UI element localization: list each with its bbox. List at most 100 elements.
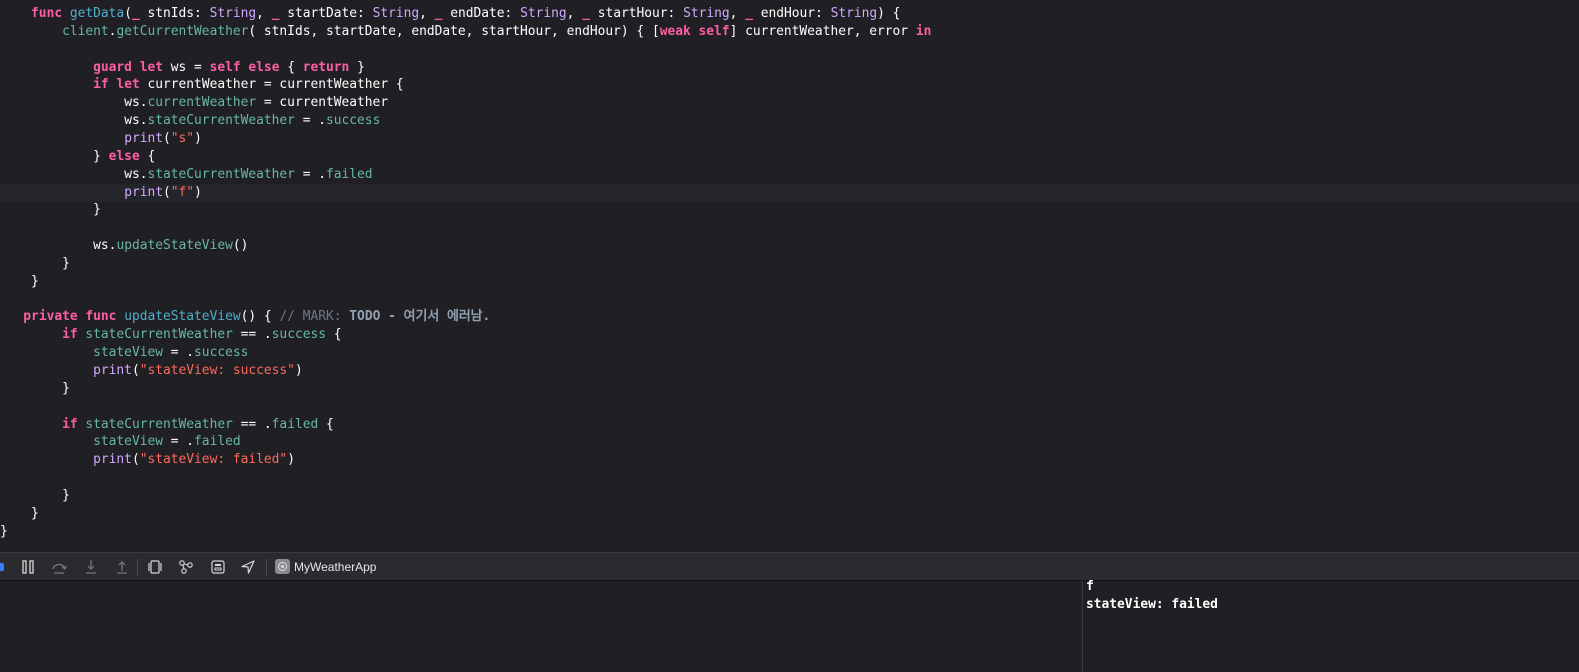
code-token: // MARK:: [279, 309, 350, 325]
step-over-icon[interactable]: [51, 559, 67, 575]
code-line[interactable]: func getData(_ stnIds: String, _ startDa…: [0, 5, 1579, 23]
code-line[interactable]: if stateCurrentWeather == .failed {: [0, 416, 1579, 434]
code-line[interactable]: ws.updateStateView(): [0, 237, 1579, 255]
code-token: client: [62, 23, 109, 39]
code-line[interactable]: ws.currentWeather = currentWeather: [0, 94, 1579, 112]
code-line[interactable]: [0, 219, 1579, 237]
variables-pane[interactable]: [0, 581, 1082, 672]
code-line[interactable]: print("s"): [0, 130, 1579, 148]
code-line[interactable]: guard let ws = self else { return }: [0, 59, 1579, 77]
code-line[interactable]: }: [0, 523, 1579, 541]
code-line[interactable]: [0, 398, 1579, 416]
code-line[interactable]: client.getCurrentWeather( stnIds, startD…: [0, 23, 1579, 41]
console-pane[interactable]: f stateView: failed: [1083, 579, 1579, 672]
code-line[interactable]: [0, 41, 1579, 59]
code-token: (): [232, 238, 249, 254]
code-token: else: [248, 59, 280, 75]
code-token: }: [0, 523, 8, 539]
code-line[interactable]: } else {: [0, 148, 1579, 166]
code-line[interactable]: }: [0, 487, 1579, 505]
code-token: String: [683, 6, 730, 21]
code-token: ws.: [124, 113, 148, 129]
memory-graph-icon[interactable]: [178, 559, 194, 575]
code-line[interactable]: }: [0, 201, 1579, 219]
breakpoints-toggle-indicator[interactable]: [0, 563, 4, 571]
code-line[interactable]: print("f"): [0, 183, 1579, 202]
console-line: f: [1086, 579, 1094, 594]
code-token: failed: [326, 166, 373, 182]
code-token: _: [582, 6, 590, 21]
code-token: == .: [232, 327, 272, 343]
code-token: if: [62, 416, 78, 432]
app-target-label[interactable]: MyWeatherApp: [294, 559, 376, 576]
code-token: func: [85, 309, 117, 325]
step-out-icon[interactable]: [114, 559, 130, 575]
code-line[interactable]: [0, 291, 1579, 309]
code-line[interactable]: [0, 469, 1579, 487]
code-token: success: [326, 113, 381, 129]
code-token: {: [139, 148, 156, 164]
code-token: (: [131, 452, 140, 468]
code-token: stateView: [93, 434, 163, 450]
code-token: currentWeather: [147, 95, 257, 111]
code-token: ws.: [93, 238, 117, 254]
code-token: }: [349, 59, 365, 75]
app-icon: [275, 559, 290, 574]
code-token: currentWeather = currentWeather {: [139, 77, 404, 93]
code-token: print: [124, 130, 163, 146]
code-token: = .: [163, 345, 195, 361]
code-token: ): [287, 452, 295, 468]
code-token: }: [0, 255, 70, 271]
code-line[interactable]: }: [0, 380, 1579, 398]
step-into-icon[interactable]: [83, 559, 99, 575]
code-token: guard: [93, 59, 132, 75]
pause-icon[interactable]: [20, 559, 36, 575]
environment-overrides-icon[interactable]: [210, 559, 226, 575]
code-line[interactable]: }: [0, 255, 1579, 273]
code-line[interactable]: }: [0, 273, 1579, 291]
debug-view-hierarchy-icon[interactable]: [147, 559, 163, 575]
code-line[interactable]: private func updateStateView() { // MARK…: [0, 308, 1579, 326]
code-token: func: [31, 6, 63, 21]
code-line[interactable]: stateView = .failed: [0, 433, 1579, 451]
code-line[interactable]: ws.stateCurrentWeather = .failed: [0, 166, 1579, 184]
code-token: self: [209, 59, 241, 75]
code-token: endDate:: [442, 6, 521, 21]
code-line[interactable]: stateView = .success: [0, 344, 1579, 362]
simulate-location-icon[interactable]: [240, 559, 256, 575]
code-editor[interactable]: func getData(_ stnIds: String, _ startDa…: [0, 0, 1579, 552]
code-token: return: [302, 59, 350, 75]
code-token: }: [0, 273, 39, 289]
code-token: }: [0, 505, 39, 521]
code-token: _: [131, 6, 140, 21]
code-line[interactable]: ws.stateCurrentWeather = .success: [0, 112, 1579, 130]
code-token: ( stnIds, startDate, endDate, startHour,…: [248, 23, 660, 39]
code-token: in: [915, 23, 932, 39]
code-token: _: [745, 6, 753, 21]
code-token: {: [326, 327, 342, 343]
code-token: weak: [659, 23, 691, 39]
code-token: ): [194, 184, 202, 200]
code-token: if: [93, 77, 109, 93]
code-token: startHour:: [589, 6, 684, 21]
code-token: updateStateView: [116, 238, 233, 254]
code-line[interactable]: }: [0, 505, 1579, 523]
code-line[interactable]: if stateCurrentWeather == .success {: [0, 326, 1579, 344]
code-token: (: [124, 6, 132, 21]
code-token: print: [93, 452, 132, 468]
code-line[interactable]: print("stateView: success"): [0, 362, 1579, 380]
debug-bar: MyWeatherApp: [0, 552, 1579, 581]
code-token: else: [108, 148, 140, 164]
code-token: {: [279, 59, 303, 75]
code-line[interactable]: if let currentWeather = currentWeather {: [0, 76, 1579, 94]
code-token: String: [520, 6, 567, 21]
code-line[interactable]: print("stateView: failed"): [0, 451, 1579, 469]
